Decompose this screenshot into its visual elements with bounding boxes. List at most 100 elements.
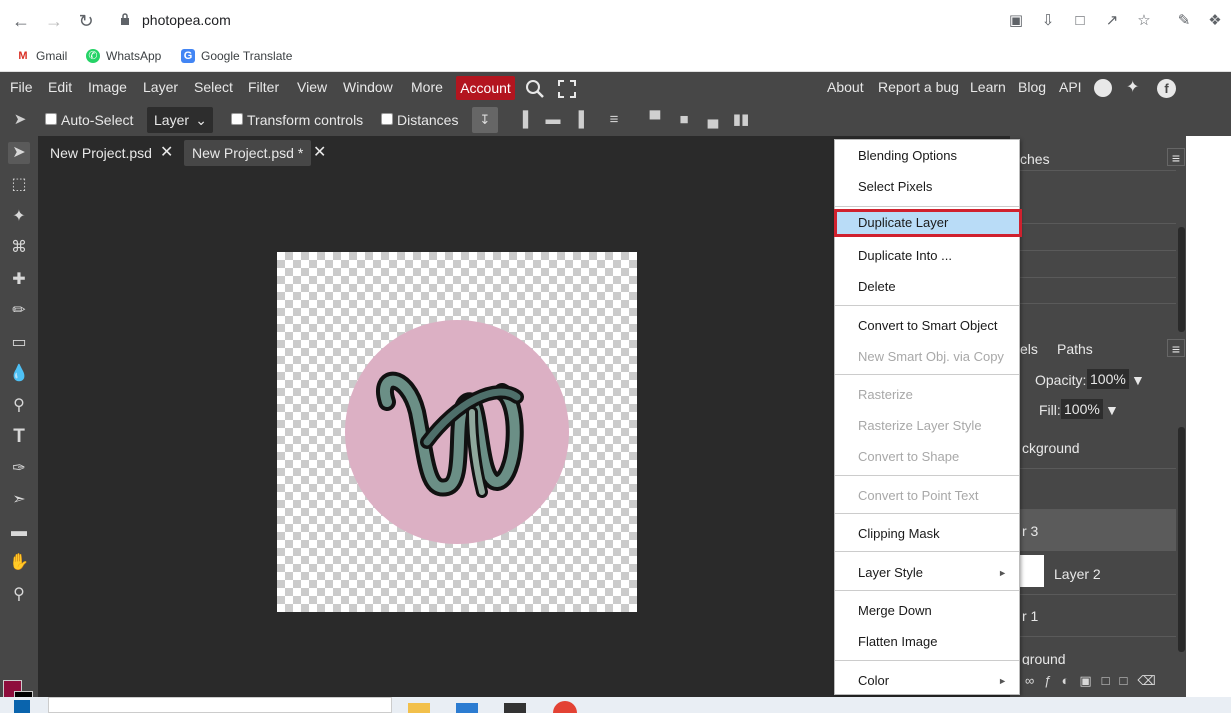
- menu-window[interactable]: Window: [343, 79, 393, 95]
- star-icon[interactable]: ☆: [1134, 11, 1154, 31]
- layer-row-selected[interactable]: r 3: [1010, 510, 1176, 551]
- bookmark-google-translate[interactable]: G Google Translate: [181, 46, 292, 66]
- file-explorer-icon[interactable]: [408, 703, 430, 713]
- dropper-icon[interactable]: ✎: [1174, 11, 1194, 31]
- link-icon[interactable]: ∞: [1025, 673, 1044, 688]
- bookmark-whatsapp[interactable]: ✆ WhatsApp: [86, 46, 161, 66]
- fullscreen-icon[interactable]: [558, 80, 576, 98]
- layer-row[interactable]: Layer 2: [1010, 552, 1176, 594]
- adjustment-icon[interactable]: ◐: [1062, 673, 1080, 688]
- install-icon[interactable]: ⇩: [1038, 11, 1058, 31]
- close-icon[interactable]: ✕: [160, 140, 173, 166]
- link-learn[interactable]: Learn: [970, 79, 1006, 95]
- menu-layer-style[interactable]: Layer Style ►: [835, 559, 1019, 587]
- menu-image[interactable]: Image: [88, 79, 127, 95]
- layer-row[interactable]: ckground: [1010, 427, 1176, 467]
- align-left-icon[interactable]: ▐: [514, 111, 532, 129]
- shape-tool[interactable]: ▬: [8, 521, 30, 543]
- effects-icon[interactable]: ƒ: [1044, 673, 1061, 688]
- path-select-tool[interactable]: ➣: [8, 489, 30, 511]
- menu-duplicate-into[interactable]: Duplicate Into ...: [835, 242, 1019, 270]
- chrome-icon[interactable]: [553, 701, 577, 713]
- menu-merge-down[interactable]: Merge Down: [835, 597, 1019, 625]
- menu-delete[interactable]: Delete: [835, 273, 1019, 301]
- menu-color[interactable]: Color ►: [835, 667, 1019, 695]
- back-icon[interactable]: ←: [10, 10, 32, 32]
- panel-menu-icon[interactable]: ≡: [1167, 339, 1185, 357]
- menu-layer[interactable]: Layer: [143, 79, 178, 95]
- menu-flatten-image[interactable]: Flatten Image: [835, 628, 1019, 656]
- fill-input[interactable]: 100%: [1061, 399, 1103, 419]
- align-center-icon[interactable]: ▬: [544, 111, 562, 129]
- distribute-h-icon[interactable]: ▮▮: [730, 111, 752, 129]
- folder-icon[interactable]: □: [1102, 673, 1120, 688]
- search-icon[interactable]: [525, 79, 545, 99]
- paths-tab[interactable]: Paths: [1057, 341, 1093, 357]
- menu-convert-smart-object[interactable]: Convert to Smart Object: [835, 312, 1019, 340]
- gradient-tool[interactable]: ▭: [8, 332, 30, 354]
- scrollbar[interactable]: [1178, 227, 1185, 332]
- align-top-icon[interactable]: ▀: [646, 111, 664, 129]
- menu-filter[interactable]: Filter: [248, 79, 279, 95]
- scrollbar[interactable]: [1178, 427, 1185, 652]
- hand-tool[interactable]: ✋: [8, 552, 30, 574]
- vscode-icon[interactable]: [456, 703, 478, 713]
- menu-edit[interactable]: Edit: [48, 79, 72, 95]
- extensions-icon[interactable]: ❖: [1205, 11, 1225, 31]
- swatches-tab[interactable]: ches: [1020, 151, 1050, 167]
- facebook-icon[interactable]: f: [1157, 79, 1176, 98]
- auto-select-checkbox[interactable]: [45, 113, 57, 125]
- zoom-tool[interactable]: ⚲: [8, 584, 30, 606]
- share-icon[interactable]: ↗: [1102, 11, 1122, 31]
- link-api[interactable]: API: [1059, 79, 1082, 95]
- address-bar[interactable]: photopea.com: [112, 5, 1112, 37]
- align-middle-icon[interactable]: ■: [675, 111, 693, 129]
- twitter-icon[interactable]: ✦: [1126, 79, 1146, 97]
- account-button[interactable]: Account: [456, 76, 515, 100]
- new-layer-icon[interactable]: □: [1120, 673, 1138, 688]
- trash-icon[interactable]: ⌫: [1137, 673, 1165, 688]
- menu-duplicate-layer[interactable]: Duplicate Layer: [834, 209, 1022, 237]
- fill-dropdown-icon[interactable]: ▼: [1105, 402, 1119, 418]
- tab-new-project-modified[interactable]: New Project.psd *: [184, 140, 312, 166]
- dodge-tool[interactable]: ⚲: [8, 395, 30, 417]
- link-blog[interactable]: Blog: [1018, 79, 1046, 95]
- menu-file[interactable]: File: [10, 79, 33, 95]
- layer-dropdown[interactable]: Layer ⌄: [147, 107, 213, 133]
- page-icon[interactable]: □: [1070, 11, 1090, 31]
- terminal-icon[interactable]: [504, 703, 526, 713]
- channels-tab[interactable]: els: [1020, 341, 1038, 357]
- link-about[interactable]: About: [827, 79, 864, 95]
- layer-row[interactable]: r 1: [1010, 595, 1176, 635]
- move-tool[interactable]: ➤: [8, 142, 30, 164]
- panel-menu-icon[interactable]: ≡: [1167, 148, 1185, 166]
- close-icon[interactable]: ✕: [313, 140, 326, 166]
- menu-select-pixels[interactable]: Select Pixels: [835, 173, 1019, 201]
- type-tool[interactable]: T: [8, 426, 30, 448]
- menu-more[interactable]: More: [411, 79, 443, 95]
- download-icon[interactable]: ↧: [472, 107, 498, 133]
- document-canvas[interactable]: [277, 252, 637, 612]
- reload-icon[interactable]: ↻: [75, 10, 97, 32]
- magic-wand-tool[interactable]: ✦: [8, 206, 30, 228]
- transform-controls-checkbox[interactable]: [231, 113, 243, 125]
- brush-tool[interactable]: ✏: [8, 300, 30, 322]
- menu-view[interactable]: View: [297, 79, 327, 95]
- menu-blending-options[interactable]: Blending Options: [835, 142, 1019, 170]
- distribute-icon[interactable]: ≡: [605, 111, 623, 129]
- marquee-tool[interactable]: ⬚: [8, 174, 30, 196]
- taskbar-search[interactable]: [48, 697, 392, 713]
- align-right-icon[interactable]: ▌: [575, 111, 593, 129]
- opacity-input[interactable]: 100%: [1087, 369, 1129, 389]
- move-tool-icon[interactable]: ➤: [11, 111, 29, 129]
- healing-tool[interactable]: ✚: [8, 269, 30, 291]
- forward-icon[interactable]: →: [43, 10, 65, 32]
- bookmark-gmail[interactable]: M Gmail: [16, 46, 67, 66]
- distances-checkbox[interactable]: [381, 113, 393, 125]
- crop-tool[interactable]: ⌘: [8, 237, 30, 259]
- windows-start-icon[interactable]: [14, 700, 30, 713]
- blur-tool[interactable]: 💧: [8, 363, 30, 385]
- tab-new-project[interactable]: New Project.psd: [42, 140, 160, 166]
- menu-select[interactable]: Select: [194, 79, 233, 95]
- reddit-icon[interactable]: [1094, 79, 1112, 97]
